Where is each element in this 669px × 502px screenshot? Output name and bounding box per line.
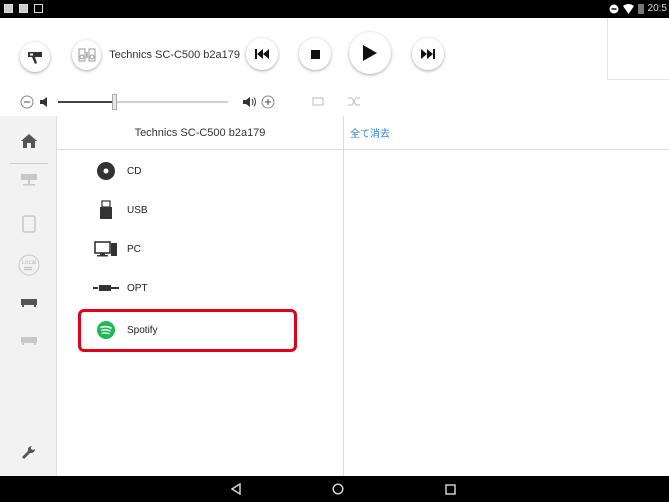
sidebar: Local <box>0 116 57 476</box>
volume-up-icon[interactable] <box>261 95 275 109</box>
play-icon <box>363 45 377 61</box>
usb-icon <box>93 197 119 223</box>
source-item-pc[interactable]: PC <box>57 230 344 268</box>
back-icon <box>231 483 241 495</box>
device-selector[interactable]: Technics SC-C500 b2a179 <box>72 38 240 72</box>
highlight-box <box>78 309 297 352</box>
sidebar-item-device-b[interactable] <box>14 327 44 353</box>
source-label: PC <box>127 243 141 255</box>
queue-header: 全て消去 <box>344 116 669 150</box>
source-item-opt[interactable]: OPT <box>57 269 344 307</box>
remote-button[interactable] <box>20 42 50 72</box>
volume-thumb[interactable] <box>112 94 117 110</box>
speaker-low-icon <box>40 97 47 107</box>
device-icon <box>21 299 37 307</box>
source-label: CD <box>127 165 142 177</box>
back-button[interactable] <box>229 481 243 497</box>
local-music-icon: Local <box>18 254 40 276</box>
pc-icon <box>93 236 119 262</box>
queue-panel: 全て消去 <box>344 116 669 476</box>
source-item-usb[interactable]: USB <box>57 191 344 229</box>
device-icon-button[interactable] <box>72 40 102 70</box>
stop-button[interactable] <box>299 38 331 70</box>
sidebar-item-home[interactable] <box>14 128 44 154</box>
navigation-bar <box>0 476 669 502</box>
volume-bar <box>0 88 669 116</box>
notification-icon <box>19 4 28 13</box>
disc-icon <box>93 158 119 184</box>
battery-icon <box>637 3 644 14</box>
sidebar-item-tablet[interactable] <box>14 211 44 237</box>
previous-button[interactable] <box>246 38 278 70</box>
album-art[interactable] <box>607 18 669 80</box>
next-button[interactable] <box>412 38 444 70</box>
toolbar: Technics SC-C500 b2a179 <box>0 18 669 88</box>
wrench-icon <box>22 445 36 459</box>
clear-all-link[interactable]: 全て消去 <box>350 125 390 140</box>
device-icon <box>21 337 37 345</box>
minus-circle-icon <box>609 4 619 13</box>
source-label: OPT <box>127 282 148 294</box>
shuffle-icon[interactable] <box>348 97 360 106</box>
source-panel: Technics SC-C500 b2a179 CD USB PC OPT Sp… <box>57 116 344 476</box>
sidebar-divider <box>10 163 48 164</box>
device-name: Technics SC-C500 b2a179 <box>109 49 240 61</box>
clock: 20:5 <box>647 3 667 14</box>
play-button[interactable] <box>349 32 391 74</box>
stop-icon <box>310 49 320 59</box>
notification-icon <box>4 4 13 13</box>
volume-slider[interactable] <box>58 101 228 103</box>
recents-icon <box>444 483 456 495</box>
source-label: USB <box>127 204 148 216</box>
system-icons: 20:5 <box>609 3 667 14</box>
volume-fill <box>58 101 114 103</box>
notification-icons <box>4 4 43 13</box>
notification-icon <box>34 4 43 13</box>
sidebar-item-network[interactable] <box>14 166 44 192</box>
next-icon <box>421 49 435 59</box>
home-nav-button[interactable] <box>331 481 345 497</box>
svg-text:Local: Local <box>22 260 36 266</box>
recents-button[interactable] <box>443 481 457 497</box>
home-circle-icon <box>332 483 344 495</box>
remote-icon <box>28 52 42 64</box>
network-device-icon <box>21 174 37 186</box>
optical-icon <box>93 275 119 301</box>
panel-title: Technics SC-C500 b2a179 <box>57 116 343 150</box>
status-bar: 20:5 <box>0 0 669 18</box>
speakers-icon <box>78 48 96 62</box>
sidebar-item-settings[interactable] <box>14 440 44 466</box>
previous-icon <box>255 49 269 59</box>
wifi-icon <box>622 3 634 14</box>
volume-down-icon[interactable] <box>20 95 34 109</box>
home-icon <box>21 134 37 148</box>
sidebar-item-local[interactable]: Local <box>14 252 44 278</box>
source-item-cd[interactable]: CD <box>57 152 344 190</box>
sidebar-item-device-a[interactable] <box>14 289 44 315</box>
speaker-high-icon <box>243 97 256 107</box>
repeat-icon[interactable] <box>312 97 324 106</box>
tablet-icon <box>22 215 36 233</box>
